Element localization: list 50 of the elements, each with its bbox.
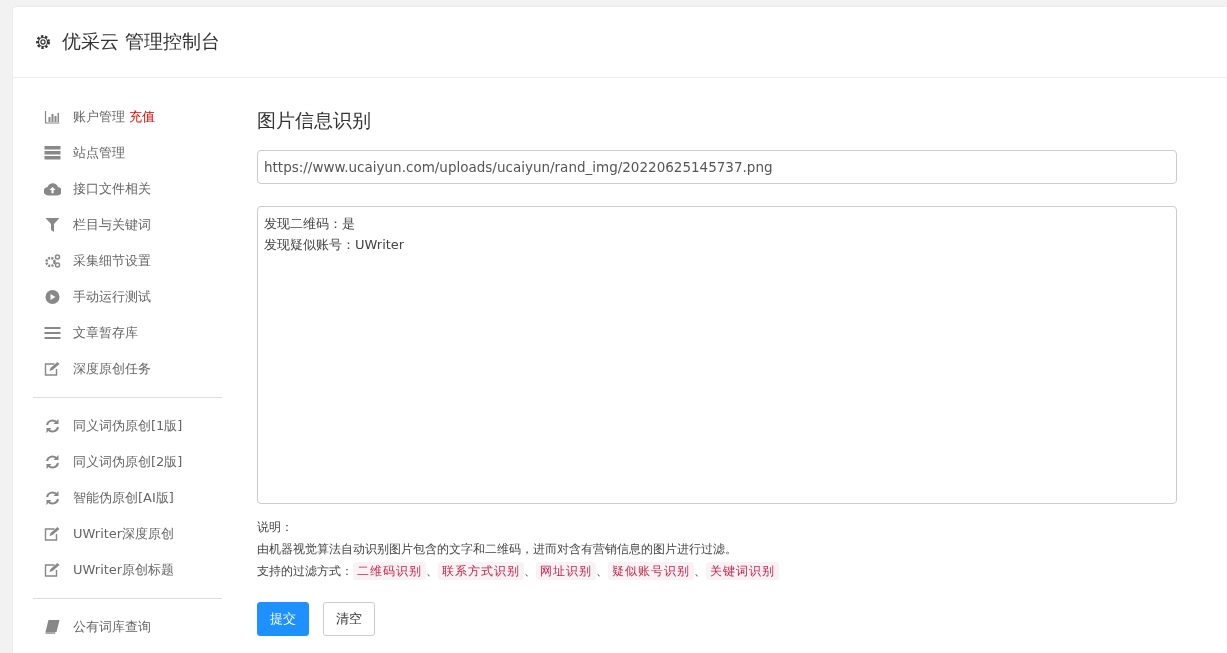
clear-button[interactable]: 清空	[323, 602, 375, 636]
sidebar-item[interactable]: 站点管理	[33, 135, 222, 171]
methods-label: 支持的过滤方式：	[257, 563, 353, 580]
bar-chart-icon	[44, 110, 61, 124]
sidebar-item[interactable]: 智能伪原创[AI版]	[33, 480, 222, 516]
notes-description: 由机器视觉算法自动识别图片包含的文字和二维码，进而对含有营销信息的图片进行过滤。	[257, 541, 738, 558]
sidebar-item[interactable]: 手动运行测试	[33, 279, 222, 315]
refresh-icon	[44, 419, 61, 433]
method-tag: 联系方式识别	[438, 562, 524, 580]
notes-heading: 说明：	[257, 519, 294, 536]
list-icon	[44, 326, 61, 340]
method-tag: 疑似账号识别	[608, 562, 694, 580]
sidebar-item[interactable]: 同义词伪原创[1版]	[33, 408, 222, 444]
separator: 、	[426, 563, 438, 580]
server-icon	[44, 146, 61, 160]
method-tag: 网址识别	[536, 562, 596, 580]
method-tag: 关键词识别	[706, 562, 779, 580]
section-title: 图片信息识别	[257, 108, 372, 133]
refresh-icon	[44, 491, 61, 505]
edit-icon	[44, 527, 61, 541]
sidebar-item[interactable]: 文章暂存库	[33, 315, 222, 351]
settings-icon	[34, 33, 52, 51]
result-line: 发现疑似账号：UWriter	[264, 236, 406, 254]
sidebar-item[interactable]: 接口文件相关	[33, 171, 222, 207]
submit-button[interactable]: 提交	[257, 602, 309, 636]
filter-icon	[44, 218, 61, 232]
sidebar-item[interactable]: UWriter深度原创	[33, 516, 222, 552]
play-icon	[44, 290, 61, 304]
separator: 、	[694, 563, 706, 580]
sidebar-item[interactable]: 采集细节设置	[33, 243, 222, 279]
refresh-icon	[44, 455, 61, 469]
cloud-upload-icon	[44, 182, 61, 196]
result-line: 发现二维码：是	[264, 215, 356, 233]
gears-icon	[44, 254, 61, 268]
console-title: 优采云 管理控制台	[62, 29, 221, 54]
edit-icon	[44, 563, 61, 577]
method-tag: 二维码识别	[353, 562, 426, 580]
separator: 、	[524, 563, 536, 580]
book-icon	[44, 620, 61, 634]
edit-icon	[44, 362, 61, 376]
sidebar-item[interactable]: 深度原创任务	[33, 351, 222, 387]
result-textarea[interactable]: 发现二维码：是 发现疑似账号：UWriter	[257, 206, 1177, 504]
sidebar-item[interactable]: UWriter原创标题	[33, 552, 222, 588]
url-field[interactable]: https://www.ucaiyun.com/uploads/ucaiyun/rand_img/20220625145737.png	[257, 150, 1177, 184]
sidebar-item[interactable]: 账户管理 充值	[33, 99, 222, 135]
sidebar-item[interactable]: 公有词库查询	[33, 609, 222, 645]
sidebar-item[interactable]: 同义词伪原创[2版]	[33, 444, 222, 480]
sidebar-item[interactable]: 栏目与关键词	[33, 207, 222, 243]
separator: 、	[596, 563, 608, 580]
recharge-link[interactable]: 充值	[129, 108, 155, 126]
